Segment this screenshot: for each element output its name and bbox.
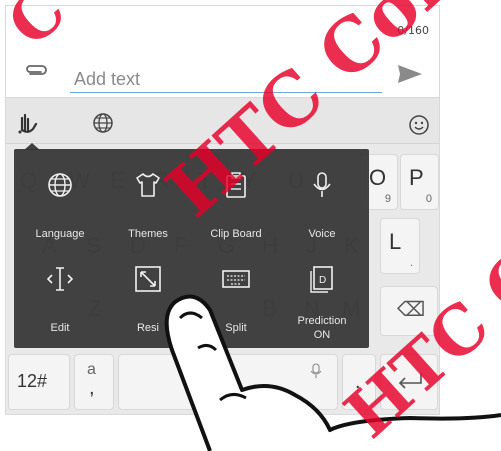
send-icon[interactable] <box>396 63 424 85</box>
numbers-key[interactable]: 12# <box>8 354 70 410</box>
character-counter: 0/160 <box>397 24 429 37</box>
emoji-icon[interactable] <box>408 114 430 136</box>
hand-gesture-icon[interactable] <box>16 110 40 134</box>
menu-item-language[interactable]: Language <box>16 155 104 250</box>
menu-item-themes[interactable]: Themes <box>104 155 192 250</box>
key-a-comma[interactable]: a , <box>74 354 114 410</box>
keyboard-toolbar <box>6 98 439 144</box>
globe-icon[interactable] <box>92 112 114 134</box>
microphone-icon <box>313 172 331 197</box>
paperclip-icon[interactable] <box>24 64 48 78</box>
menu-item-clipboard[interactable]: Clip Board <box>192 155 280 250</box>
globe-icon <box>48 173 72 197</box>
clipboard-icon <box>226 172 246 198</box>
cursor-edit-icon <box>46 267 74 291</box>
menu-item-voice[interactable]: Voice <box>278 155 366 250</box>
message-input[interactable]: Add text <box>70 61 382 93</box>
key-l[interactable]: L . <box>380 218 420 274</box>
key-p[interactable]: P 0 <box>400 154 439 210</box>
finger-illustration <box>164 294 501 451</box>
message-input-placeholder: Add text <box>74 69 141 89</box>
menu-item-edit[interactable]: Edit <box>16 249 104 344</box>
tshirt-icon <box>136 173 160 197</box>
message-composer: 0/160 Add text <box>5 5 440 97</box>
